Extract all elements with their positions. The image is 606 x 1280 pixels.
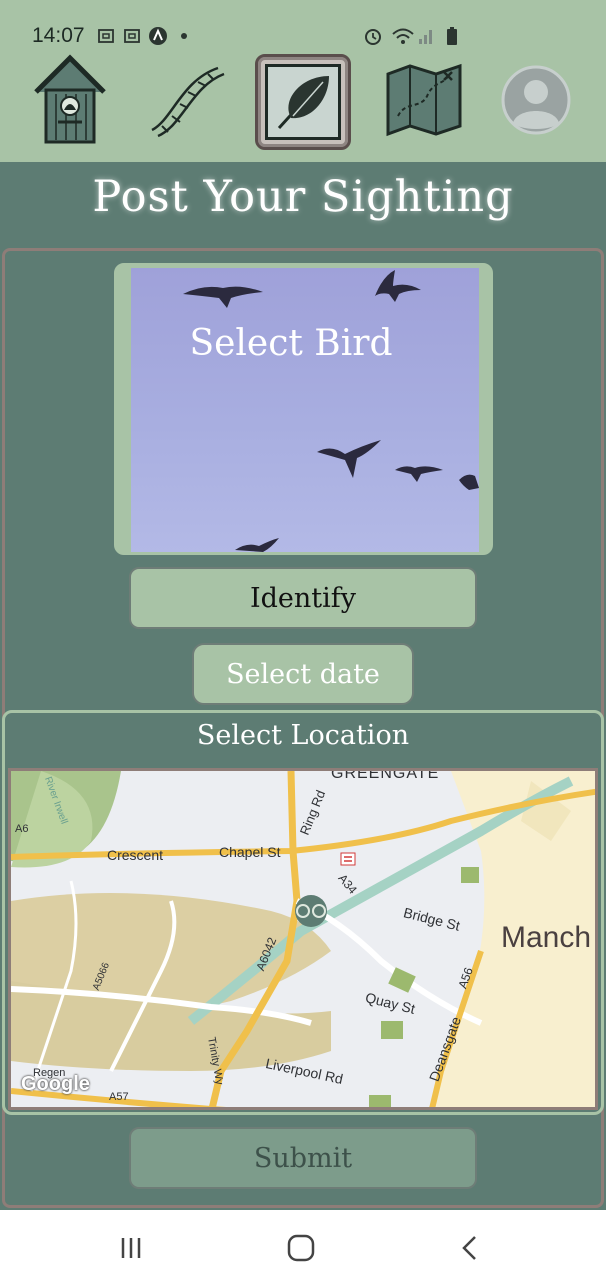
- screenshot-icon: [98, 29, 114, 43]
- back-button[interactable]: [450, 1228, 490, 1268]
- identify-button[interactable]: Identify: [129, 567, 477, 629]
- home-button[interactable]: [281, 1228, 321, 1268]
- alarm-icon: [365, 29, 381, 45]
- map-label-crescent: Crescent: [107, 847, 164, 863]
- map-label-greengate: GREENGATE: [331, 768, 440, 782]
- map-label-a6: A6: [15, 823, 29, 835]
- select-date-button[interactable]: Select date: [192, 643, 414, 705]
- top-navigation: 14:07: [0, 0, 606, 162]
- battery-icon: [447, 27, 457, 45]
- select-bird-label: Select Bird: [189, 323, 393, 364]
- nav-map[interactable]: [374, 52, 474, 148]
- nav-birdhouse[interactable]: [20, 52, 120, 148]
- profile-icon: [501, 65, 571, 135]
- birdhouse-icon: [34, 54, 106, 144]
- recent-apps-button[interactable]: [111, 1228, 151, 1268]
- home-icon: [287, 1234, 315, 1262]
- page-title: Post Your Sighting: [92, 172, 514, 222]
- select-bird-button[interactable]: Select Bird: [114, 263, 493, 555]
- app-icon: [149, 27, 167, 45]
- feather-icon-frame: [265, 64, 341, 140]
- submit-button[interactable]: Submit: [129, 1127, 477, 1189]
- nav-dna[interactable]: [134, 52, 234, 148]
- select-location-label: Select Location: [196, 720, 410, 751]
- google-logo: Google: [21, 1073, 90, 1095]
- android-nav-bar: [0, 1210, 606, 1280]
- birds-in-sky-image: [183, 270, 479, 552]
- dna-icon: [151, 66, 225, 138]
- status-time: 14:07: [32, 24, 85, 47]
- dot-icon: [181, 33, 187, 39]
- signal-icon: [419, 30, 432, 44]
- feather-icon: [277, 76, 329, 130]
- map-label-manchester: Manch: [501, 921, 592, 954]
- nav-profile[interactable]: [486, 52, 586, 148]
- back-icon: [462, 1236, 476, 1260]
- screenshot-icon: [124, 29, 140, 43]
- map-label-chapel-st: Chapel St: [219, 844, 281, 860]
- recent-apps-icon: [121, 1238, 141, 1258]
- bird-image: Select Bird: [131, 268, 479, 552]
- wifi-icon: [392, 28, 414, 44]
- location-map[interactable]: GREENGATE River Irwell Crescent Chapel S…: [8, 768, 598, 1110]
- map-label-a57: A57: [109, 1091, 129, 1103]
- map-icon: [386, 63, 462, 137]
- nav-post-sighting[interactable]: [255, 54, 351, 150]
